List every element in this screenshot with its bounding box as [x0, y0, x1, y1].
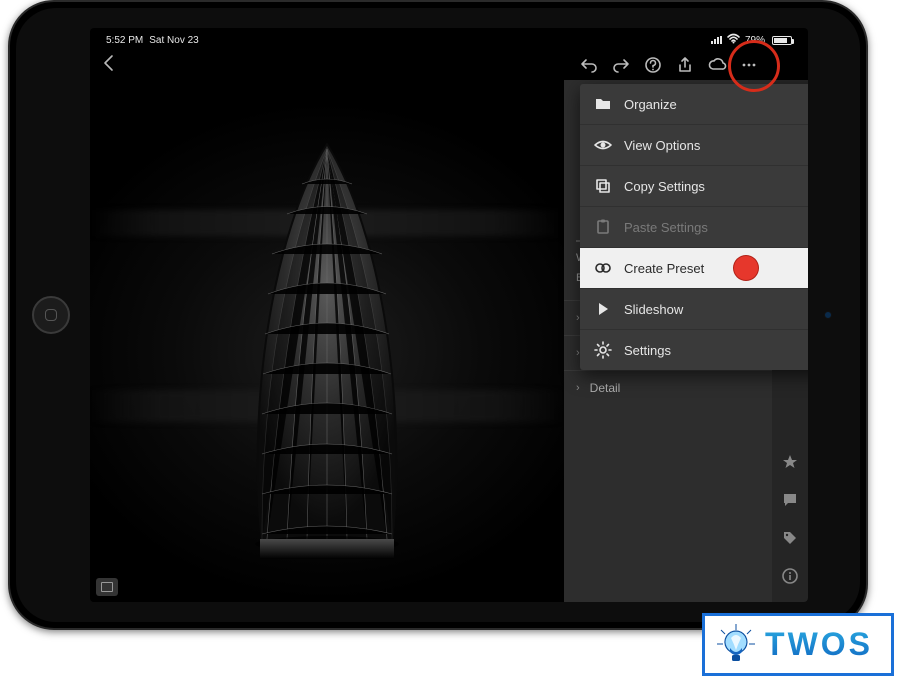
photo-subject [242, 144, 412, 554]
menu-label: Settings [624, 343, 671, 358]
filmstrip-toggle-icon[interactable] [96, 578, 118, 596]
status-date: Sat Nov 23 [149, 35, 198, 46]
photo-preview[interactable] [90, 80, 564, 602]
tablet-screen: 5:52 PM Sat Nov 23 79% [90, 28, 808, 602]
menu-label: Copy Settings [624, 179, 705, 194]
detail-section[interactable]: › Detail [564, 370, 772, 405]
gear-icon [594, 341, 612, 359]
menu-label: Organize [624, 97, 677, 112]
star-rating-icon[interactable] [782, 454, 798, 470]
more-menu: Organize › View Options › Copy Settings [580, 84, 808, 370]
preset-icon [594, 259, 612, 277]
menu-create-preset[interactable]: Create Preset [580, 248, 808, 289]
comments-icon[interactable] [782, 492, 798, 508]
menu-settings[interactable]: Settings [580, 330, 808, 370]
menu-paste-settings: Paste Settings [580, 207, 808, 248]
menu-view-options[interactable]: View Options › [580, 125, 808, 166]
more-icon[interactable] [740, 56, 758, 74]
folder-icon [594, 95, 612, 113]
lightbulb-icon [713, 622, 759, 668]
tablet-device-frame: 5:52 PM Sat Nov 23 79% [8, 0, 868, 630]
wifi-icon [727, 34, 740, 47]
front-camera [824, 311, 832, 319]
watermark-text: TWOS [765, 626, 873, 663]
tag-icon[interactable] [782, 530, 798, 546]
menu-label: Paste Settings [624, 220, 708, 235]
cellular-signal-icon [711, 36, 722, 44]
menu-copy-settings[interactable]: Copy Settings [580, 166, 808, 207]
watermark-badge: TWOS [702, 613, 894, 676]
play-icon [594, 300, 612, 318]
chevron-right-icon: › [576, 382, 580, 394]
cloud-sync-icon[interactable] [708, 56, 726, 74]
undo-icon[interactable] [580, 56, 598, 74]
detail-label: Detail [590, 381, 621, 395]
menu-label: Create Preset [624, 261, 704, 276]
menu-label: Slideshow [624, 302, 683, 317]
eye-icon [594, 136, 612, 154]
menu-organize[interactable]: Organize › [580, 84, 808, 125]
menu-label: View Options [624, 138, 700, 153]
status-time: 5:52 PM [106, 35, 143, 46]
annotation-red-dot [734, 256, 758, 280]
paste-icon [594, 218, 612, 236]
status-bar: 5:52 PM Sat Nov 23 79% [90, 32, 808, 48]
share-icon[interactable] [676, 56, 694, 74]
battery-percent: 79% [745, 35, 765, 46]
battery-icon [772, 36, 792, 45]
back-button[interactable] [102, 54, 116, 77]
info-icon[interactable] [782, 568, 798, 584]
help-icon[interactable] [644, 56, 662, 74]
menu-slideshow[interactable]: Slideshow [580, 289, 808, 330]
app-toolbar [90, 50, 770, 80]
redo-icon[interactable] [612, 56, 630, 74]
home-button[interactable] [32, 296, 70, 334]
copy-icon [594, 177, 612, 195]
